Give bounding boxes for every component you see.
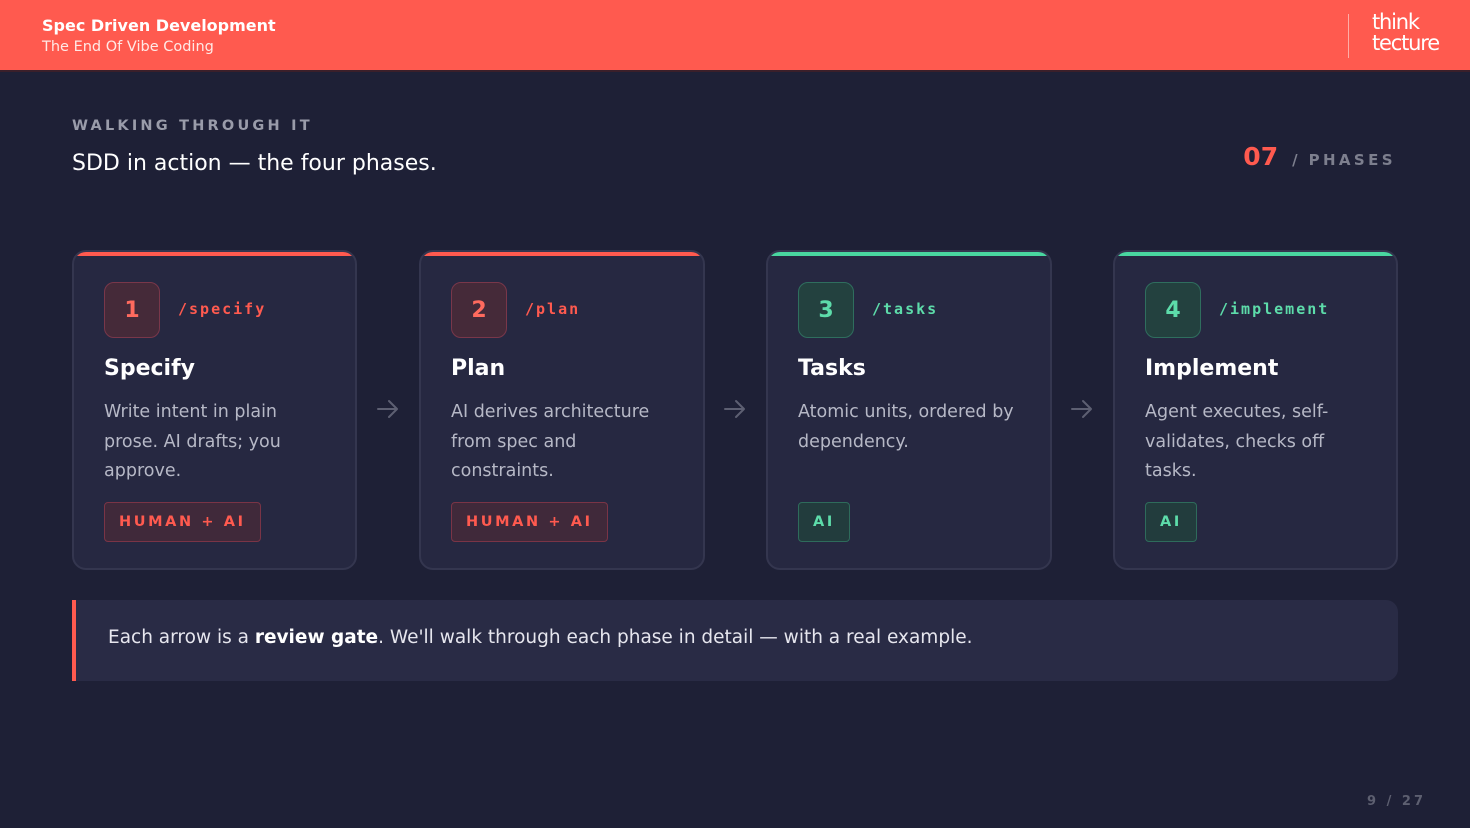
phase-name: Tasks: [798, 356, 866, 381]
phase-command: /specify: [178, 300, 267, 318]
phase-number-badge: 2: [451, 282, 507, 338]
card-accent-bar: [768, 252, 1050, 256]
arrow-right-icon: [724, 400, 745, 418]
phase-name: Implement: [1145, 356, 1279, 381]
header-bar: Spec Driven Development The End Of Vibe …: [0, 0, 1470, 72]
card-accent-bar: [1115, 252, 1396, 256]
thinktecture-logo: think tecture: [1372, 10, 1440, 55]
phase-card-specify: 1 /specify Specify Write intent in plain…: [72, 250, 357, 570]
phase-description: Write intent in plain prose. AI drafts; …: [104, 402, 281, 481]
card-accent-bar: [74, 252, 355, 256]
phase-number-badge: 4: [1145, 282, 1201, 338]
phase-command: /plan: [525, 300, 581, 318]
pager-total: 27: [1401, 794, 1426, 809]
phase-description: AI derives architecture from spec and co…: [451, 402, 650, 481]
arrow-right-icon: [1071, 400, 1092, 418]
phase-card-tasks: 3 /tasks Tasks Atomic units, ordered by …: [766, 250, 1052, 570]
phase-number-badge: 1: [104, 282, 160, 338]
phase-command: /implement: [1219, 300, 1330, 318]
callout-text-after: . We'll walk through each phase in detai…: [378, 627, 973, 648]
phase-counter: 07 / PHASES: [1243, 142, 1396, 171]
phase-owner-tag: AI: [798, 502, 850, 542]
section-eyebrow: WALKING THROUGH IT: [72, 118, 313, 134]
phase-description: Agent executes, self-validates, checks o…: [1145, 402, 1329, 481]
callout-text-before: Each arrow is a: [108, 627, 255, 648]
logo-line-2: tecture: [1372, 31, 1440, 55]
phase-card-plan: 2 /plan Plan AI derives architecture fro…: [419, 250, 705, 570]
counter-label: PHASES: [1308, 151, 1396, 169]
callout-text: Each arrow is a review gate. We'll walk …: [108, 627, 972, 648]
deck-subtitle: The End Of Vibe Coding: [42, 39, 214, 55]
section-heading: SDD in action — the four phases.: [72, 151, 437, 176]
slide-pager: 9 / 27: [1367, 794, 1426, 809]
counter-separator: /: [1292, 151, 1301, 169]
phase-owner-tag: HUMAN + AI: [451, 502, 608, 542]
phase-owner-tag: HUMAN + AI: [104, 502, 261, 542]
phase-command: /tasks: [872, 300, 939, 318]
phase-description: Atomic units, ordered by dependency.: [798, 402, 1014, 452]
callout-emphasis: review gate: [254, 627, 379, 648]
phase-number-badge: 3: [798, 282, 854, 338]
logo-divider: [1348, 14, 1349, 58]
logo-line-1: think: [1372, 10, 1420, 34]
arrow-right-icon: [377, 400, 398, 418]
phase-card-implement: 4 /implement Implement Agent executes, s…: [1113, 250, 1398, 570]
phase-owner-tag: AI: [1145, 502, 1197, 542]
pager-current: 9: [1367, 794, 1380, 809]
counter-number: 07: [1243, 142, 1279, 171]
review-gate-callout: Each arrow is a review gate. We'll walk …: [72, 600, 1398, 681]
phase-name: Plan: [451, 356, 506, 381]
pager-separator: /: [1386, 794, 1395, 809]
deck-title: Spec Driven Development: [42, 16, 276, 35]
card-accent-bar: [421, 252, 703, 256]
phase-name: Specify: [104, 356, 196, 381]
